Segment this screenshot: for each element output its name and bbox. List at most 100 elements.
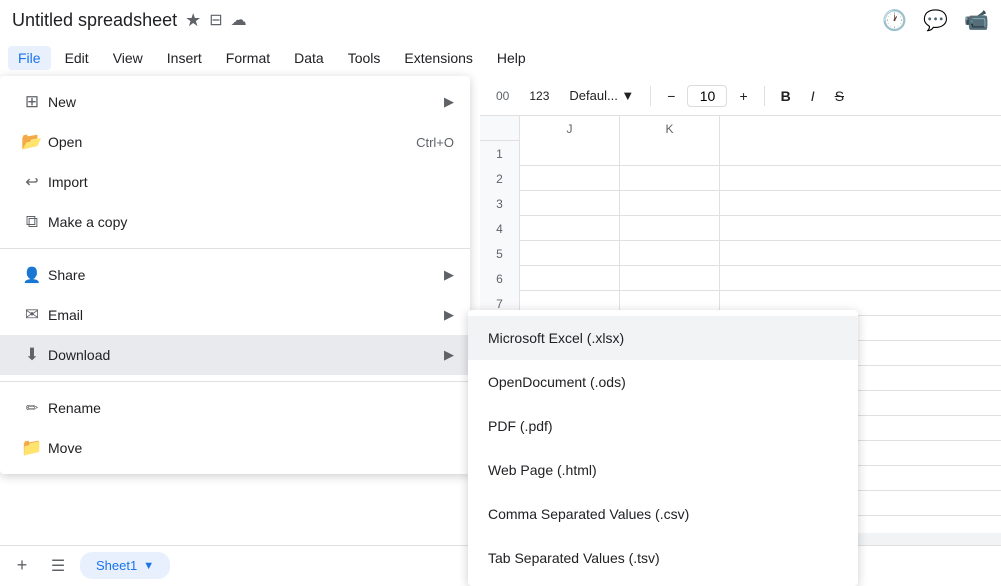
menu-item-new[interactable]: ⊞ New ▶ [0, 82, 470, 122]
col-header-row: J K [480, 116, 1001, 141]
import-label: Import [48, 174, 454, 190]
corner-cell [480, 116, 520, 141]
toolbar: 00 123 Defaul... ▼ − 10 + B I S [480, 76, 1001, 116]
menu-edit[interactable]: Edit [55, 46, 99, 70]
cell-j2[interactable] [520, 166, 620, 191]
submenu-item-csv[interactable]: Comma Separated Values (.csv) [468, 492, 858, 536]
folder-icon[interactable]: ⊟ [209, 10, 222, 30]
menu-item-make-copy[interactable]: ⧉ Make a copy [0, 202, 470, 242]
cell-j1[interactable] [520, 141, 620, 166]
toolbar-font-dropdown[interactable]: Defaul... ▼ [561, 84, 642, 107]
open-label: Open [48, 134, 416, 150]
share-arrow-icon: ▶ [444, 267, 454, 283]
toolbar-font-size[interactable]: 10 [687, 85, 727, 107]
toolbar-strikethrough[interactable]: S [827, 84, 852, 108]
col-header-j[interactable]: J [520, 116, 620, 141]
menu-item-download[interactable]: ⬇ Download ▶ [0, 335, 470, 375]
col-header-k[interactable]: K [620, 116, 720, 141]
cell-k6[interactable] [620, 266, 720, 291]
file-dropdown: ⊞ New ▶ 📂 Open Ctrl+O ↩ Import ⧉ Make a … [0, 76, 470, 474]
menu-bar: File Edit View Insert Format Data Tools … [0, 40, 1001, 76]
submenu-item-pdf[interactable]: PDF (.pdf) [468, 404, 858, 448]
download-arrow-icon: ▶ [444, 347, 454, 363]
cell-j4[interactable] [520, 216, 620, 241]
video-icon[interactable]: 📹 [964, 8, 989, 33]
import-icon: ↩ [16, 172, 48, 192]
new-label: New [48, 94, 444, 110]
cell-k2[interactable] [620, 166, 720, 191]
sheet-tab-label: Sheet1 [96, 558, 137, 573]
copy-label: Make a copy [48, 214, 454, 230]
table-row: 3 [480, 191, 1001, 216]
new-icon: ⊞ [16, 92, 48, 112]
move-label: Move [48, 440, 454, 456]
table-row: 2 [480, 166, 1001, 191]
move-icon: 📁 [16, 438, 48, 458]
toolbar-divider-2 [764, 86, 765, 106]
cloud-save-icon[interactable]: ☁ [231, 10, 247, 30]
open-icon: 📂 [16, 132, 48, 152]
menu-file[interactable]: File [8, 46, 51, 70]
menu-tools[interactable]: Tools [338, 46, 391, 70]
share-label: Share [48, 267, 444, 283]
submenu-item-xlsx[interactable]: Microsoft Excel (.xlsx) [468, 316, 858, 360]
menu-data[interactable]: Data [284, 46, 334, 70]
download-label: Download [48, 347, 444, 363]
cell-j5[interactable] [520, 241, 620, 266]
submenu-item-tsv[interactable]: Tab Separated Values (.tsv) [468, 536, 858, 580]
rename-icon: ✏ [16, 399, 48, 417]
email-label: Email [48, 307, 444, 323]
menu-item-import[interactable]: ↩ Import [0, 162, 470, 202]
share-icon: 👤 [16, 266, 48, 284]
download-icon: ⬇ [16, 345, 48, 365]
menu-insert[interactable]: Insert [157, 46, 212, 70]
menu-item-email[interactable]: ✉ Email ▶ [0, 295, 470, 335]
toolbar-minus[interactable]: − [659, 84, 683, 108]
cell-k5[interactable] [620, 241, 720, 266]
menu-help[interactable]: Help [487, 46, 536, 70]
cell-k3[interactable] [620, 191, 720, 216]
email-icon: ✉ [16, 305, 48, 325]
add-sheet-button[interactable]: + [8, 552, 36, 580]
menu-view[interactable]: View [103, 46, 153, 70]
ods-label: OpenDocument (.ods) [488, 374, 626, 390]
cell-k1[interactable] [620, 141, 720, 166]
table-row: 5 [480, 241, 1001, 266]
divider-1 [0, 248, 470, 249]
sheet-tab-sheet1[interactable]: Sheet1 ▼ [80, 552, 170, 579]
menu-extensions[interactable]: Extensions [394, 46, 482, 70]
spreadsheet-title[interactable]: Untitled spreadsheet [12, 10, 177, 31]
tsv-label: Tab Separated Values (.tsv) [488, 550, 660, 566]
toolbar-italic[interactable]: I [803, 84, 823, 108]
toolbar-plus[interactable]: + [731, 84, 755, 108]
email-arrow-icon: ▶ [444, 307, 454, 323]
sheet-tab-dropdown-icon[interactable]: ▼ [143, 560, 154, 572]
cell-j6[interactable] [520, 266, 620, 291]
submenu-item-html[interactable]: Web Page (.html) [468, 448, 858, 492]
copy-icon: ⧉ [16, 212, 48, 232]
submenu-item-ods[interactable]: OpenDocument (.ods) [468, 360, 858, 404]
menu-item-share[interactable]: 👤 Share ▶ [0, 255, 470, 295]
sheet-menu-button[interactable]: ☰ [44, 552, 72, 580]
csv-label: Comma Separated Values (.csv) [488, 506, 689, 522]
cell-j3[interactable] [520, 191, 620, 216]
pdf-label: PDF (.pdf) [488, 418, 553, 434]
comment-icon[interactable]: 💬 [923, 8, 948, 33]
table-row: 4 [480, 216, 1001, 241]
toolbar-format-00[interactable]: 00 [488, 85, 517, 107]
rename-label: Rename [48, 400, 454, 416]
toolbar-divider-1 [650, 86, 651, 106]
star-icon[interactable]: ★ [185, 10, 201, 31]
menu-item-move[interactable]: 📁 Move [0, 428, 470, 468]
open-shortcut: Ctrl+O [416, 135, 454, 150]
table-row: 1 [480, 141, 1001, 166]
table-row: 6 [480, 266, 1001, 291]
divider-2 [0, 381, 470, 382]
toolbar-format-123[interactable]: 123 [521, 85, 557, 107]
menu-item-rename[interactable]: ✏ Rename [0, 388, 470, 428]
menu-item-open[interactable]: 📂 Open Ctrl+O [0, 122, 470, 162]
menu-format[interactable]: Format [216, 46, 280, 70]
toolbar-bold[interactable]: B [773, 84, 799, 108]
cell-k4[interactable] [620, 216, 720, 241]
history-icon[interactable]: 🕐 [882, 8, 907, 33]
